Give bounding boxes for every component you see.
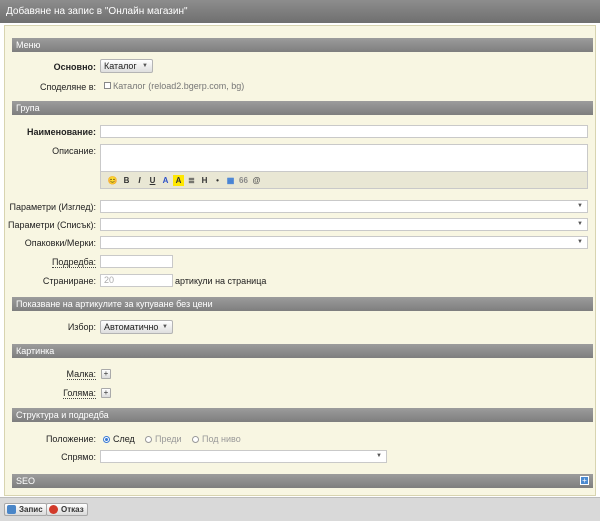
add-large-picture-button[interactable]: + xyxy=(101,388,111,398)
order-input[interactable] xyxy=(100,255,173,268)
save-button-label: Запис xyxy=(19,505,43,514)
position-label: Положение: xyxy=(45,434,96,444)
save-icon xyxy=(7,505,16,514)
smiley-icon[interactable]: 😊 xyxy=(107,175,118,186)
chevron-down-icon: ▼ xyxy=(162,324,168,330)
order-label: Подредба: xyxy=(5,255,96,269)
radio-icon xyxy=(192,436,199,443)
params-list-select[interactable]: ▼ xyxy=(100,218,588,231)
choice-select[interactable]: Автоматично ▼ xyxy=(100,320,173,334)
choice-select-value: Автоматично xyxy=(104,322,159,332)
window-title: Добавяне на запис в "Онлайн магазин" xyxy=(0,0,600,23)
name-label: Наименование: xyxy=(26,127,96,137)
chevron-down-icon: ▼ xyxy=(376,453,382,459)
record-form: Меню Основно: Каталог ▼ Споделяне в: Кат… xyxy=(4,25,596,496)
description-label: Описание: xyxy=(52,146,96,156)
chevron-down-icon: ▼ xyxy=(577,221,583,227)
order-label-text: Подредба: xyxy=(51,257,96,268)
paging-input[interactable]: 20 xyxy=(100,274,173,287)
description-textarea[interactable] xyxy=(100,144,588,172)
main-select-value: Каталог xyxy=(104,61,137,71)
chevron-down-icon: ▼ xyxy=(577,239,583,245)
position-option-after[interactable]: След xyxy=(103,433,135,445)
large-picture-label-text: Голяма: xyxy=(63,388,96,399)
cancel-button[interactable]: Отказ xyxy=(46,503,88,516)
position-option-under[interactable]: Под ниво xyxy=(192,433,241,445)
editor-toolbar: 😊 B I U A A ≣ H • ▦ 66 @ xyxy=(100,172,588,189)
params-list-label: Параметри (Списък): xyxy=(8,220,96,230)
section-picture: Картинка xyxy=(12,344,593,358)
share-checkbox[interactable] xyxy=(104,82,111,89)
radio-icon xyxy=(145,436,152,443)
radio-selected-icon xyxy=(103,436,110,443)
quote-icon[interactable]: 66 xyxy=(238,175,249,186)
text-color-button[interactable]: A xyxy=(160,175,171,186)
cancel-icon xyxy=(49,505,58,514)
name-input[interactable] xyxy=(100,125,588,138)
params-view-label: Параметри (Изглед): xyxy=(9,202,96,212)
form-footer: Запис Отказ xyxy=(0,497,600,521)
large-picture-label: Голяма: xyxy=(5,386,96,400)
attach-icon[interactable]: @ xyxy=(251,175,262,186)
small-picture-label: Малка: xyxy=(5,367,96,381)
position-option-after-label: След xyxy=(113,434,135,444)
underline-button[interactable]: U xyxy=(147,175,158,186)
main-select[interactable]: Каталог ▼ xyxy=(100,59,153,73)
section-seo[interactable]: SEO + xyxy=(12,474,593,488)
share-option-label: Каталог (reload2.bgerp.com, bg) xyxy=(113,81,245,91)
position-option-before[interactable]: Преди xyxy=(145,433,182,445)
bold-button[interactable]: B xyxy=(121,175,132,186)
chevron-down-icon: ▼ xyxy=(142,63,148,69)
relative-label: Спрямо: xyxy=(61,452,96,462)
chevron-down-icon: ▼ xyxy=(577,203,583,209)
section-structure: Структура и подредба xyxy=(12,408,593,422)
relative-select[interactable]: ▼ xyxy=(100,450,387,463)
italic-button[interactable]: I xyxy=(134,175,145,186)
section-seo-label: SEO xyxy=(16,476,36,486)
cancel-button-label: Отказ xyxy=(61,505,84,514)
paging-label: Страниране: xyxy=(42,276,96,286)
add-small-picture-button[interactable]: + xyxy=(101,369,111,379)
highlight-button[interactable]: A xyxy=(173,175,184,186)
params-view-select[interactable]: ▼ xyxy=(100,200,588,213)
share-label: Споделяне в: xyxy=(39,82,96,92)
expand-icon[interactable]: + xyxy=(580,476,589,485)
position-option-under-label: Под ниво xyxy=(202,434,241,444)
paging-suffix: артикули на страница xyxy=(175,276,267,286)
packaging-select[interactable]: ▼ xyxy=(100,236,588,249)
align-icon[interactable]: ≣ xyxy=(186,175,197,186)
table-icon[interactable]: ▦ xyxy=(225,175,236,186)
packaging-label: Опаковки/Мерки: xyxy=(24,238,96,248)
choice-label: Избор: xyxy=(67,322,96,332)
section-menu: Меню xyxy=(12,38,593,52)
position-option-before-label: Преди xyxy=(155,434,182,444)
section-showing: Показване на артикулите за купуване без … xyxy=(12,297,593,311)
main-label: Основно: xyxy=(53,62,96,72)
small-picture-label-text: Малка: xyxy=(66,369,96,380)
section-group: Група xyxy=(12,101,593,115)
heading-button[interactable]: H xyxy=(199,175,210,186)
bullet-list-icon[interactable]: • xyxy=(212,175,223,186)
save-button[interactable]: Запис xyxy=(4,503,47,516)
